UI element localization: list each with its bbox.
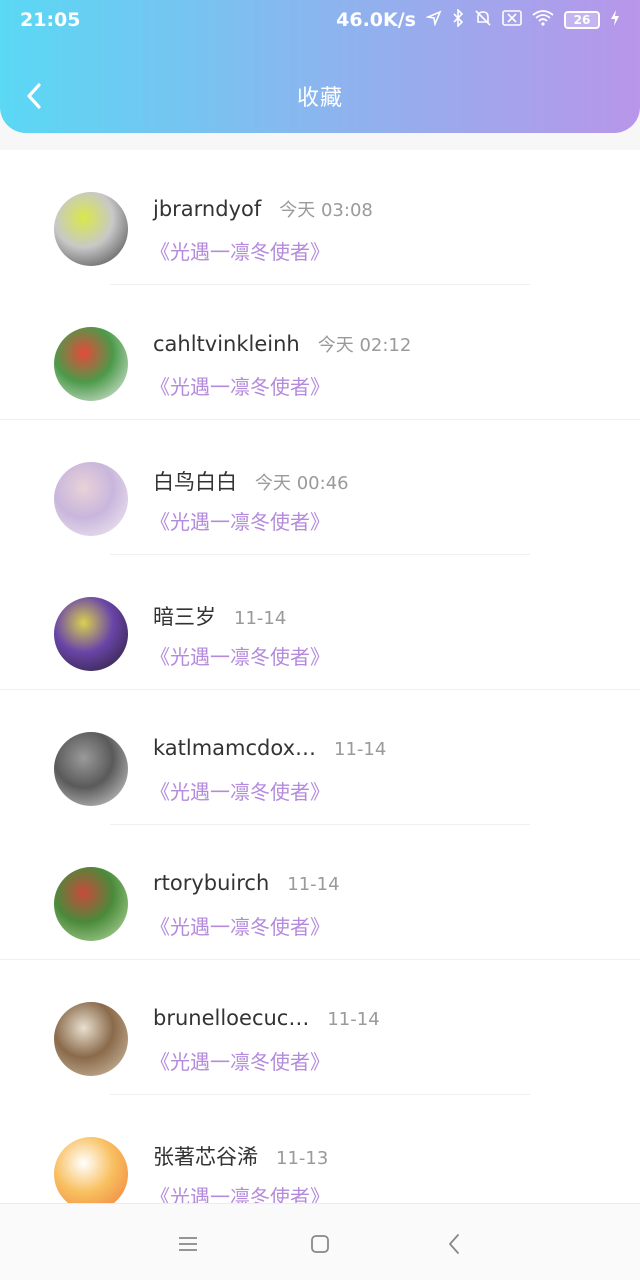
header-bar: 21:05 46.0K/s 26 收藏 (0, 0, 640, 133)
favorites-list: jbrarndyof 今天 03:08 《光遇一凛冬使者》 cahltvinklein… (0, 150, 640, 1203)
favorite-time: 今天 02:12 (317, 335, 412, 356)
sim-icon (502, 10, 522, 30)
menu-icon (179, 1237, 197, 1251)
favorite-time: 今天 00:46 (255, 473, 349, 494)
favorite-time: 11-14 (234, 608, 287, 629)
avatar[interactable] (54, 1002, 128, 1076)
avatar[interactable] (54, 732, 128, 806)
name-row: katlmamcdox… 11-14 (153, 736, 386, 760)
list-item[interactable]: katlmamcdox… 11-14 《光遇一凛冬使者》 (0, 690, 640, 825)
avatar[interactable] (54, 1137, 128, 1203)
back-chevron-icon (27, 83, 41, 109)
status-time: 21:05 (20, 9, 81, 31)
list-item[interactable]: cahltvinkleinh 今天 02:12 《光遇一凛冬使者》 (0, 285, 640, 420)
favorite-time: 今天 03:08 (279, 200, 373, 221)
page-title: 收藏 (296, 86, 343, 111)
work-title-link[interactable]: 《光遇一凛冬使者》 (150, 911, 330, 940)
user-name[interactable]: rtorybuirch (153, 871, 269, 895)
user-name[interactable]: 暗三岁 (153, 601, 216, 631)
user-name[interactable]: jbrarndyof (153, 197, 261, 221)
name-row: brunelloecuc… 11-14 (153, 1006, 380, 1030)
avatar[interactable] (54, 462, 128, 536)
favorite-time: 11-13 (276, 1148, 329, 1169)
user-name[interactable]: 张著芯谷浠 (153, 1141, 258, 1171)
name-row: 暗三岁 11-14 (153, 601, 286, 631)
list-item[interactable]: 白鸟白白 今天 00:46 《光遇一凛冬使者》 (0, 420, 640, 555)
charging-icon (610, 10, 620, 30)
favorite-time: 11-14 (334, 739, 387, 760)
user-name[interactable]: katlmamcdox… (153, 736, 316, 760)
list-item[interactable]: 暗三岁 11-14 《光遇一凛冬使者》 (0, 555, 640, 690)
list-item[interactable]: rtorybuirch 11-14 《光遇一凛冬使者》 (0, 825, 640, 960)
system-nav-bar (0, 1203, 640, 1280)
location-icon (425, 10, 442, 30)
work-title-link[interactable]: 《光遇一凛冬使者》 (150, 1181, 330, 1203)
network-speed: 46.0K/s (336, 9, 416, 31)
work-title-link[interactable]: 《光遇一凛冬使者》 (150, 371, 330, 400)
list-item[interactable]: brunelloecuc… 11-14 《光遇一凛冬使者》 (0, 960, 640, 1095)
status-bar: 21:05 46.0K/s 26 (0, 0, 640, 40)
wifi-icon (532, 10, 554, 30)
avatar[interactable] (54, 597, 128, 671)
user-name[interactable]: 白鸟白白 (153, 466, 237, 496)
name-row: 张著芯谷浠 11-13 (153, 1141, 328, 1171)
work-title-link[interactable]: 《光遇一凛冬使者》 (150, 641, 330, 670)
favorite-time: 11-14 (287, 874, 340, 895)
name-row: jbrarndyof 今天 03:08 (153, 196, 373, 222)
status-icons: 46.0K/s 26 (336, 8, 620, 31)
name-row: cahltvinkleinh 今天 02:12 (153, 331, 411, 357)
work-title-link[interactable]: 《光遇一凛冬使者》 (150, 776, 330, 805)
work-title-link[interactable]: 《光遇一凛冬使者》 (150, 1046, 330, 1075)
home-button[interactable] (300, 1224, 340, 1264)
nav-bar: 收藏 (0, 60, 640, 132)
name-row: 白鸟白白 今天 00:46 (153, 466, 349, 496)
list-item[interactable]: 张著芯谷浠 11-13 《光遇一凛冬使者》 (0, 1095, 640, 1203)
work-title-link[interactable]: 《光遇一凛冬使者》 (150, 236, 330, 265)
bluetooth-icon (452, 8, 464, 31)
mute-icon (474, 9, 492, 31)
battery-icon: 26 (564, 11, 600, 29)
back-button[interactable] (18, 76, 50, 116)
nav-back-button[interactable] (434, 1224, 474, 1264)
avatar[interactable] (54, 192, 128, 266)
avatar[interactable] (54, 327, 128, 401)
name-row: rtorybuirch 11-14 (153, 871, 340, 895)
work-title-link[interactable]: 《光遇一凛冬使者》 (150, 506, 330, 535)
home-icon (311, 1235, 329, 1253)
list-item[interactable]: jbrarndyof 今天 03:08 《光遇一凛冬使者》 (0, 150, 640, 285)
avatar[interactable] (54, 867, 128, 941)
user-name[interactable]: brunelloecuc… (153, 1006, 309, 1030)
user-name[interactable]: cahltvinkleinh (153, 332, 300, 356)
favorite-time: 11-14 (327, 1009, 380, 1030)
back-icon (449, 1234, 459, 1254)
menu-button[interactable] (168, 1224, 208, 1264)
